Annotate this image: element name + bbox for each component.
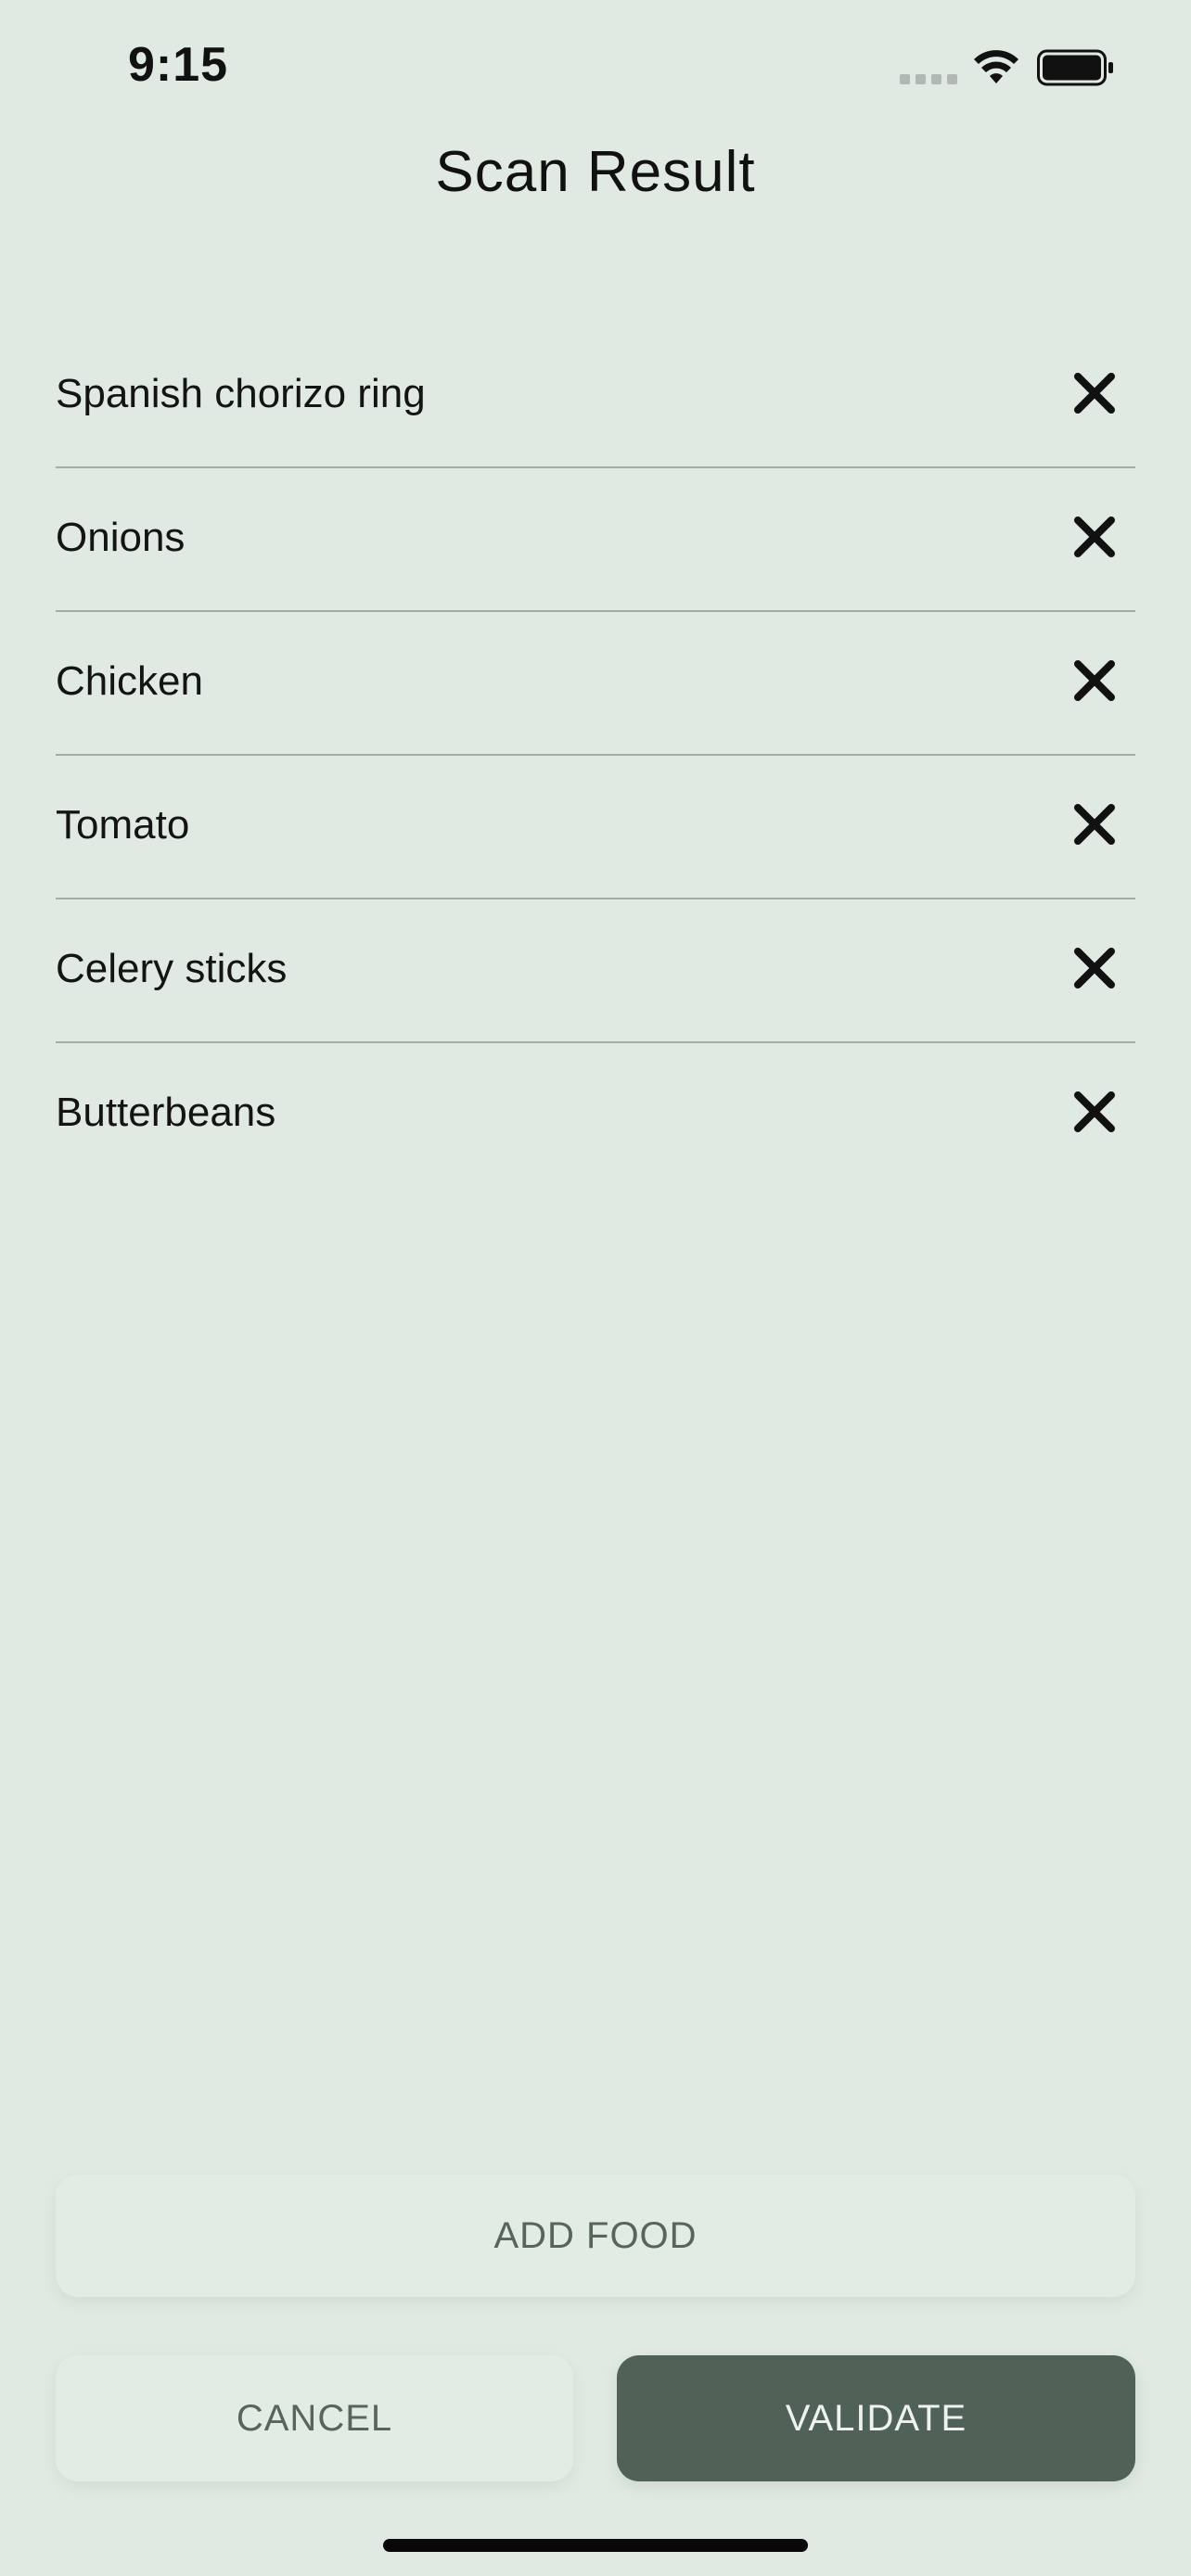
close-icon[interactable]: [1072, 1090, 1117, 1134]
food-item-label: Celery sticks: [56, 946, 288, 991]
food-item-label: Tomato: [56, 802, 190, 848]
wifi-icon: [974, 50, 1018, 83]
page-title: Scan Result: [435, 140, 756, 204]
cellular-signal-icon: [900, 74, 959, 85]
close-icon[interactable]: [1072, 658, 1117, 703]
validate-button[interactable]: VALIDATE: [617, 2355, 1135, 2481]
add-food-button[interactable]: ADD FOOD: [56, 2174, 1135, 2297]
close-icon[interactable]: [1072, 802, 1117, 847]
home-indicator[interactable]: [383, 2539, 808, 2552]
list-item: Tomato: [56, 756, 1135, 899]
status-time: 9:15: [128, 38, 229, 92]
list-item: Onions: [56, 468, 1135, 612]
status-bar: 9:15: [0, 0, 1191, 130]
cancel-button[interactable]: CANCEL: [56, 2355, 573, 2481]
food-item-label: Spanish chorizo ring: [56, 371, 426, 416]
food-list: Spanish chorizo ring Onions Chicken Toma…: [56, 325, 1135, 1187]
close-icon[interactable]: [1072, 946, 1117, 990]
food-item-label: Chicken: [56, 658, 203, 704]
close-icon[interactable]: [1072, 371, 1117, 415]
food-item-label: Onions: [56, 515, 186, 560]
list-item: Spanish chorizo ring: [56, 325, 1135, 468]
food-item-label: Butterbeans: [56, 1090, 276, 1135]
battery-icon: [1037, 49, 1113, 86]
list-item: Butterbeans: [56, 1043, 1135, 1187]
close-icon[interactable]: [1072, 515, 1117, 559]
list-item: Celery sticks: [56, 899, 1135, 1043]
list-item: Chicken: [56, 612, 1135, 756]
